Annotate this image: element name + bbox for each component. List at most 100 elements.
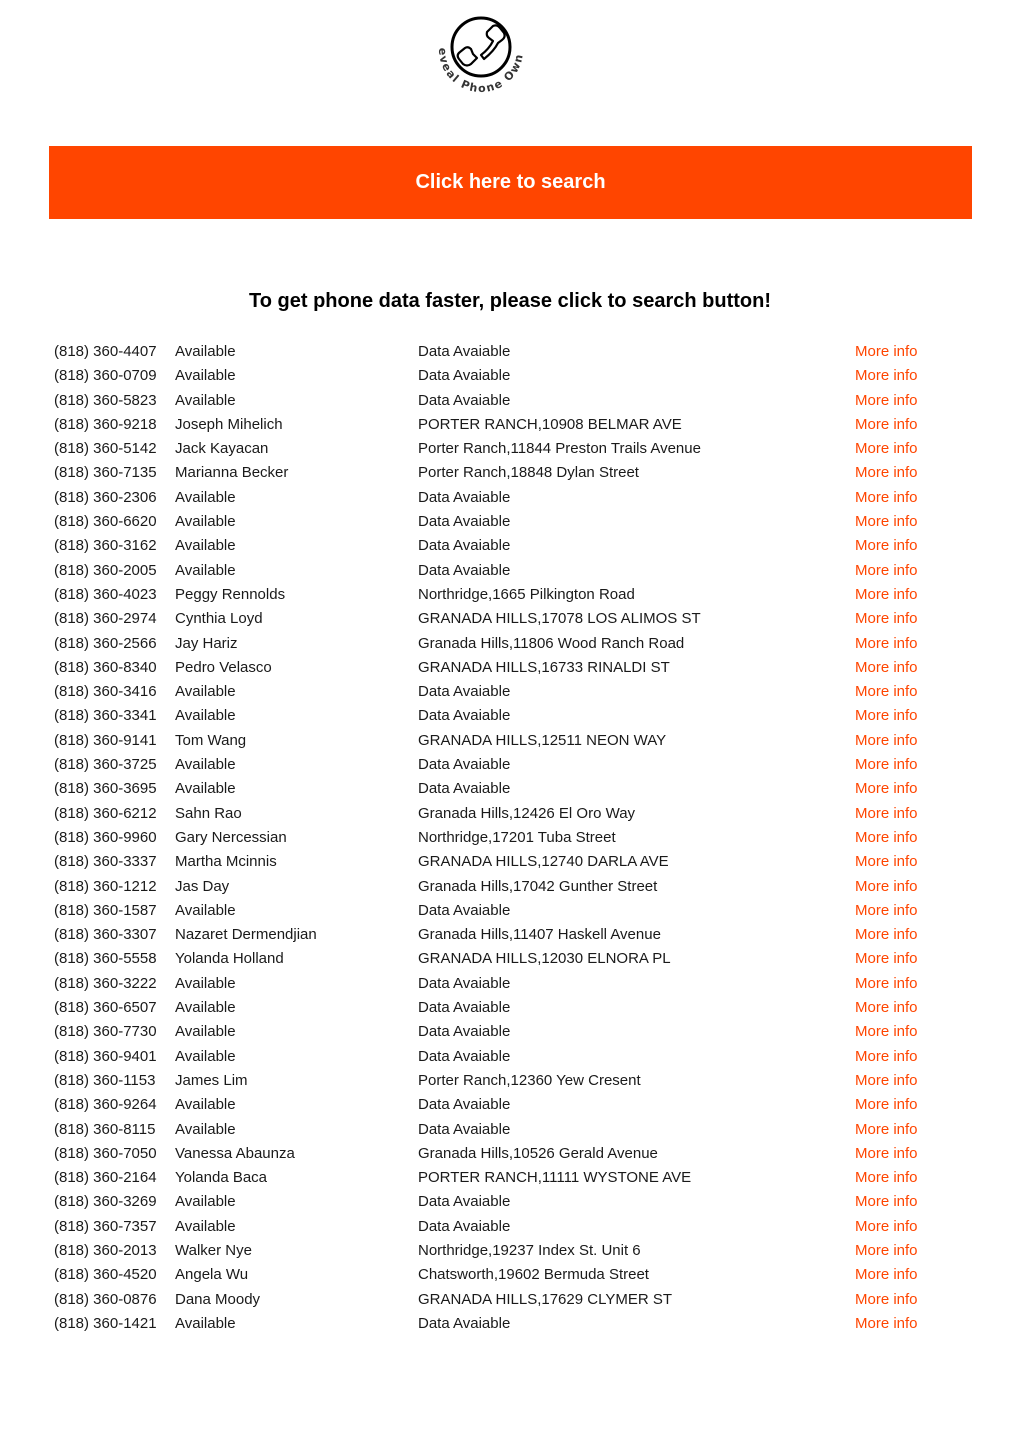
- list-item: (818) 360-9218 Joseph Mihelich PORTER RANC…: [54, 413, 974, 437]
- more-info-link[interactable]: More info: [855, 875, 918, 899]
- address: Data Avaiable: [418, 391, 511, 409]
- more-info-link[interactable]: More info: [855, 704, 918, 728]
- list-item: (818) 360-9264 Available Data Avaiable More…: [54, 1093, 974, 1117]
- more-info-link[interactable]: More info: [855, 656, 918, 680]
- more-info-link[interactable]: More info: [855, 1045, 918, 1069]
- owner-name: Sahn Rao: [175, 804, 242, 822]
- more-info-link[interactable]: More info: [855, 850, 918, 874]
- phone-number: (818) 360-7730: [54, 1023, 157, 1041]
- more-info-link[interactable]: More info: [855, 1069, 918, 1093]
- more-info-link[interactable]: More info: [855, 413, 918, 437]
- more-info-link[interactable]: More info: [855, 1288, 918, 1312]
- address: Porter Ranch,11844 Preston Trails Avenue: [418, 440, 701, 458]
- phone-handset-icon: Reveal Phone Owner: [425, 14, 526, 95]
- owner-name: Pedro Velasco: [175, 658, 272, 676]
- phone-number: (818) 360-1587: [54, 901, 157, 919]
- more-info-link[interactable]: More info: [855, 947, 918, 971]
- owner-name: Available: [175, 1217, 236, 1235]
- owner-name: Available: [175, 488, 236, 506]
- more-info-link[interactable]: More info: [855, 1190, 918, 1214]
- phone-number: (818) 360-6620: [54, 513, 157, 531]
- page-heading: To get phone data faster, please click t…: [249, 290, 771, 312]
- address: Granada Hills,17042 Gunther Street: [418, 877, 658, 895]
- list-item: (818) 360-2566 Jay Hariz Granada Hills,118…: [54, 632, 974, 656]
- more-info-link[interactable]: More info: [855, 534, 918, 558]
- more-info-link[interactable]: More info: [855, 1239, 918, 1263]
- more-info-link[interactable]: More info: [855, 1166, 918, 1190]
- phone-number: (818) 360-6212: [54, 804, 157, 822]
- owner-name: Walker Nye: [175, 1241, 252, 1259]
- more-info-link[interactable]: More info: [855, 899, 918, 923]
- phone-number: (818) 360-2306: [54, 488, 157, 506]
- list-item: (818) 360-2974 Cynthia Loyd GRANADA HILLS,…: [54, 607, 974, 631]
- more-info-link[interactable]: More info: [855, 753, 918, 777]
- phone-number: (818) 360-4520: [54, 1266, 157, 1284]
- address: Granada Hills,11806 Wood Ranch Road: [418, 634, 685, 652]
- more-info-link[interactable]: More info: [855, 996, 918, 1020]
- list-item: (818) 360-1587 Available Data Avaiable More…: [54, 899, 974, 923]
- list-item: (818) 360-3269 Available Data Avaiable More…: [54, 1190, 974, 1214]
- svg-text:Reveal Phone Owner: Reveal Phone Owner: [425, 14, 526, 95]
- list-item: (818) 360-5142 Jack Kayacan Porter Ranch,1…: [54, 437, 974, 461]
- more-info-link[interactable]: More info: [855, 680, 918, 704]
- address: GRANADA HILLS,16733 RINALDI ST: [418, 658, 670, 676]
- more-info-link[interactable]: More info: [855, 802, 918, 826]
- more-info-link[interactable]: More info: [855, 364, 918, 388]
- phone-number: (818) 360-3695: [54, 780, 157, 798]
- address: Data Avaiable: [418, 1314, 511, 1332]
- list-item: (818) 360-8340 Pedro Velasco GRANADA HILLS…: [54, 656, 974, 680]
- phone-number: (818) 360-2164: [54, 1169, 157, 1187]
- owner-name: Available: [175, 1314, 236, 1332]
- address: Chatsworth,19602 Bermuda Street: [418, 1266, 649, 1284]
- owner-name: Available: [175, 1096, 236, 1114]
- more-info-link[interactable]: More info: [855, 389, 918, 413]
- owner-name: Gary Nercessian: [175, 828, 287, 846]
- more-info-link[interactable]: More info: [855, 1263, 918, 1287]
- list-item: (818) 360-2013 Walker Nye Northridge,19237…: [54, 1239, 974, 1263]
- owner-name: Available: [175, 683, 236, 701]
- phone-number: (818) 360-6507: [54, 999, 157, 1017]
- phone-number: (818) 360-0709: [54, 367, 157, 385]
- more-info-link[interactable]: More info: [855, 777, 918, 801]
- more-info-link[interactable]: More info: [855, 1020, 918, 1044]
- owner-name: Available: [175, 391, 236, 409]
- phone-number: (818) 360-0876: [54, 1290, 157, 1308]
- search-banner-button[interactable]: Click here to search: [49, 146, 972, 219]
- more-info-link[interactable]: More info: [855, 510, 918, 534]
- more-info-link[interactable]: More info: [855, 1215, 918, 1239]
- reveal-phone-owner-logo: Reveal Phone Owner: [425, 14, 537, 104]
- address: GRANADA HILLS,12740 DARLA AVE: [418, 853, 669, 871]
- list-item: (818) 360-3725 Available Data Avaiable More…: [54, 753, 974, 777]
- more-info-link[interactable]: More info: [855, 923, 918, 947]
- list-item: (818) 360-0709 Available Data Avaiable More…: [54, 364, 974, 388]
- more-info-link[interactable]: More info: [855, 826, 918, 850]
- list-item: (818) 360-3341 Available Data Avaiable More…: [54, 704, 974, 728]
- owner-name: Martha Mcinnis: [175, 853, 277, 871]
- owner-name: Available: [175, 780, 236, 798]
- list-item: (818) 360-0876 Dana Moody GRANADA HILLS,17…: [54, 1288, 974, 1312]
- more-info-link[interactable]: More info: [855, 632, 918, 656]
- more-info-link[interactable]: More info: [855, 437, 918, 461]
- more-info-link[interactable]: More info: [855, 461, 918, 485]
- list-item: (818) 360-7357 Available Data Avaiable More…: [54, 1215, 974, 1239]
- more-info-link[interactable]: More info: [855, 972, 918, 996]
- more-info-link[interactable]: More info: [855, 583, 918, 607]
- address: Data Avaiable: [418, 367, 511, 385]
- owner-name: Jack Kayacan: [175, 440, 269, 458]
- address: Data Avaiable: [418, 1120, 511, 1138]
- list-item: (818) 360-6212 Sahn Rao Granada Hills,1242…: [54, 802, 974, 826]
- owner-name: Yolanda Holland: [175, 950, 284, 968]
- more-info-link[interactable]: More info: [855, 1142, 918, 1166]
- more-info-link[interactable]: More info: [855, 729, 918, 753]
- list-item: (818) 360-4520 Angela Wu Chatsworth,19602 …: [54, 1263, 974, 1287]
- more-info-link[interactable]: More info: [855, 559, 918, 583]
- address: Data Avaiable: [418, 780, 511, 798]
- more-info-link[interactable]: More info: [855, 1093, 918, 1117]
- owner-name: Available: [175, 343, 236, 360]
- phone-number: (818) 360-1212: [54, 877, 157, 895]
- more-info-link[interactable]: More info: [855, 607, 918, 631]
- more-info-link[interactable]: More info: [855, 340, 918, 364]
- more-info-link[interactable]: More info: [855, 1118, 918, 1142]
- more-info-link[interactable]: More info: [855, 486, 918, 510]
- more-info-link[interactable]: More info: [855, 1312, 918, 1336]
